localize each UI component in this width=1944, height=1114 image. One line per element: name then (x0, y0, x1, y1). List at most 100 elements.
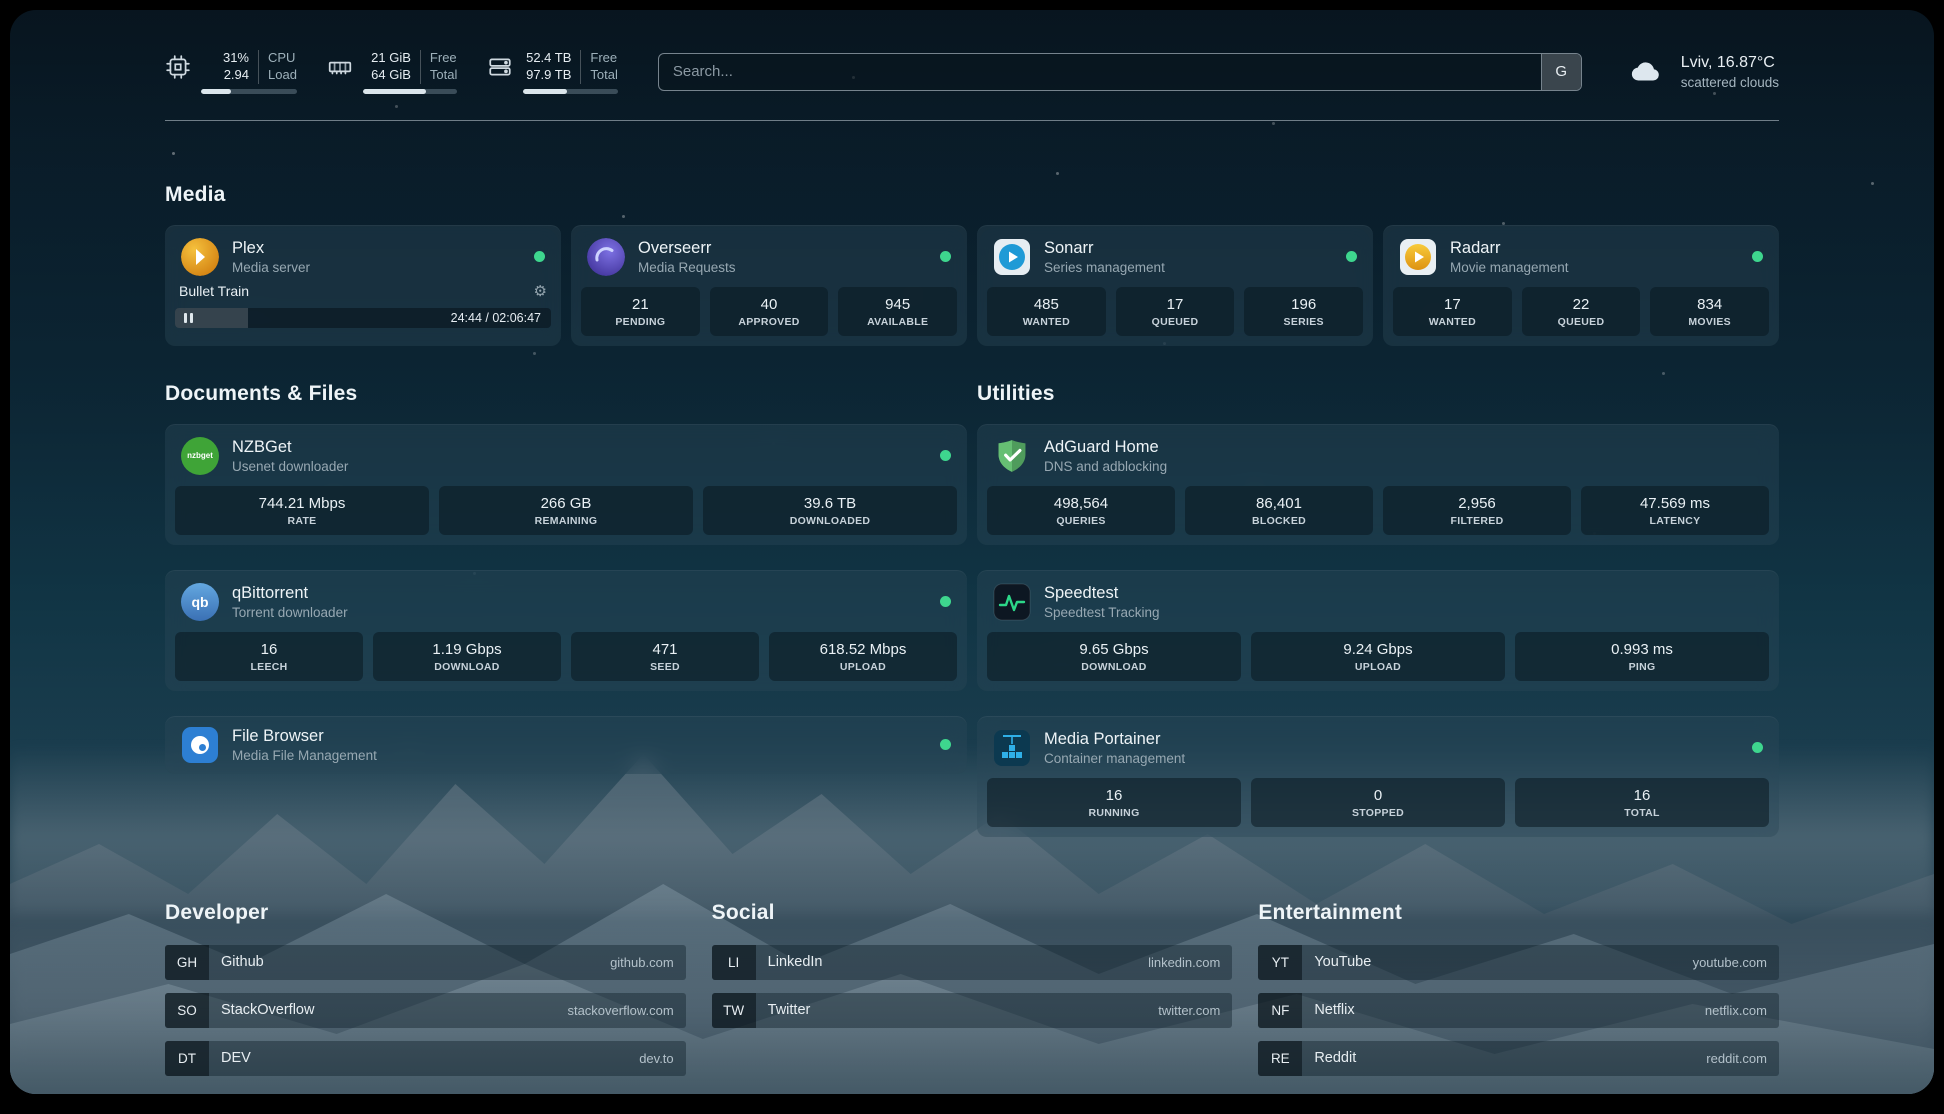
stat-value: 0.993 ms (1517, 641, 1767, 658)
gear-icon[interactable]: ⚙ (534, 282, 547, 300)
stat-row: 21 PENDING 40 APPROVED 945 AVAILABLE (571, 287, 967, 346)
stat-label: UPLOAD (1253, 661, 1503, 673)
bookmark-twitter[interactable]: TW Twitter twitter.com (712, 993, 1233, 1028)
topbar-divider (165, 120, 1779, 121)
disk-free-label: Free (590, 50, 617, 67)
stat-value: 17 (1118, 296, 1233, 313)
service-card-overseerr[interactable]: Overseerr Media Requests 21 PENDING 40 A… (571, 225, 967, 346)
dashboard-content: 31% 2.94 CPU Load (165, 10, 1779, 1089)
bookmark-name: DEV (209, 1041, 251, 1076)
memory-icon (327, 54, 353, 80)
cloud-icon (1624, 55, 1668, 89)
search-provider-button[interactable]: G (1541, 54, 1581, 90)
bookmark-abbr: NF (1258, 993, 1302, 1028)
bookmark-abbr: DT (165, 1041, 209, 1076)
stat-value: 39.6 TB (705, 495, 955, 512)
stat-label: PENDING (583, 316, 698, 328)
status-dot (940, 251, 951, 262)
service-titles: AdGuard Home DNS and adblocking (1044, 437, 1167, 474)
stat-series: 196 SERIES (1244, 287, 1363, 336)
cpu-icon (165, 54, 191, 80)
stat-queued: 17 QUEUED (1116, 287, 1235, 336)
service-subtitle: Media File Management (232, 748, 377, 763)
stat-label: WANTED (989, 316, 1104, 328)
weather-widget: Lviv, 16.87°C scattered clouds (1624, 54, 1779, 90)
bookmark-url: youtube.com (1693, 945, 1779, 980)
stat-rate: 744.21 Mbps RATE (175, 486, 429, 535)
service-card-radarr[interactable]: Radarr Movie management 17 WANTED 22 QUE… (1383, 225, 1779, 346)
bookmark-name: Twitter (756, 993, 811, 1028)
service-titles: Speedtest Speedtest Tracking (1044, 583, 1160, 620)
section-heading-social: Social (712, 901, 1233, 925)
disk-icon (487, 54, 513, 80)
stat-label: DOWNLOAD (989, 661, 1239, 673)
stat-remaining: 266 GB REMAINING (439, 486, 693, 535)
bookmarks-section: Developer GH Github github.com SO StackO… (165, 901, 1779, 1089)
service-subtitle: Container management (1044, 751, 1185, 766)
service-card-qbittorrent[interactable]: qb qBittorrent Torrent downloader 16 (165, 570, 967, 691)
bookmark-netflix[interactable]: NF Netflix netflix.com (1258, 993, 1779, 1028)
sonarr-icon (993, 238, 1031, 276)
service-titles: Plex Media server (232, 238, 310, 275)
plex-playback-time: 24:44 / 02:06:47 (451, 311, 551, 325)
stat-value: 40 (712, 296, 827, 313)
stat-label: LATENCY (1583, 515, 1767, 527)
bookmark-name: Reddit (1302, 1041, 1356, 1076)
cpu-progress-bar (201, 89, 297, 94)
stat-pending: 21 PENDING (581, 287, 700, 336)
stat-filtered: 2,956 FILTERED (1383, 486, 1571, 535)
bookmark-name: YouTube (1302, 945, 1371, 980)
search-bar: G (658, 53, 1582, 91)
service-card-portainer[interactable]: Media Portainer Container management 16 … (977, 716, 1779, 837)
search-input[interactable] (659, 54, 1541, 90)
service-card-plex[interactable]: Plex Media server Bullet Train ⚙ 24:44 /… (165, 225, 561, 346)
service-titles: NZBGet Usenet downloader (232, 437, 348, 474)
bookmark-linkedin[interactable]: LI LinkedIn linkedin.com (712, 945, 1233, 980)
bookmark-stackoverflow[interactable]: SO StackOverflow stackoverflow.com (165, 993, 686, 1028)
stat-value: 744.21 Mbps (177, 495, 427, 512)
bookmark-url: github.com (610, 945, 686, 980)
cpu-usage-value: 31% (223, 50, 249, 67)
service-name: Radarr (1450, 238, 1569, 259)
stat-label: UPLOAD (771, 661, 955, 673)
portainer-icon (993, 729, 1031, 767)
service-name: AdGuard Home (1044, 437, 1167, 458)
bookmark-dev[interactable]: DT DEV dev.to (165, 1041, 686, 1076)
bookmark-abbr: LI (712, 945, 756, 980)
service-card-nzbget[interactable]: nzbget NZBGet Usenet downloader 744.21 M… (165, 424, 967, 545)
bookmark-reddit[interactable]: RE Reddit reddit.com (1258, 1041, 1779, 1076)
divider (420, 50, 421, 84)
section-heading-media: Media (165, 183, 1779, 207)
service-titles: qBittorrent Torrent downloader (232, 583, 348, 620)
stat-value: 0 (1253, 787, 1503, 804)
bookmark-youtube[interactable]: YT YouTube youtube.com (1258, 945, 1779, 980)
service-card-adguard[interactable]: AdGuard Home DNS and adblocking 498,564 … (977, 424, 1779, 545)
weather-text: Lviv, 16.87°C scattered clouds (1681, 54, 1779, 90)
bookmark-abbr: GH (165, 945, 209, 980)
service-card-speedtest[interactable]: Speedtest Speedtest Tracking 9.65 Gbps D… (977, 570, 1779, 691)
memory-free-value: 21 GiB (371, 50, 411, 67)
resource-disk: 52.4 TB 97.9 TB Free Total (487, 50, 617, 94)
nzbget-icon: nzbget (181, 437, 219, 475)
stat-downloaded: 39.6 TB DOWNLOADED (703, 486, 957, 535)
stat-label: SERIES (1246, 316, 1361, 328)
stat-label: QUEUED (1524, 316, 1639, 328)
service-subtitle: DNS and adblocking (1044, 459, 1167, 474)
bookmark-url: netflix.com (1705, 993, 1779, 1028)
section-heading-entertainment: Entertainment (1258, 901, 1779, 925)
stat-value: 47.569 ms (1583, 495, 1767, 512)
stat-row: 9.65 Gbps DOWNLOAD 9.24 Gbps UPLOAD 0.99… (977, 632, 1779, 691)
stat-value: 485 (989, 296, 1104, 313)
stat-value: 471 (573, 641, 757, 658)
bookmark-github[interactable]: GH Github github.com (165, 945, 686, 980)
stat-label: AVAILABLE (840, 316, 955, 328)
service-card-sonarr[interactable]: Sonarr Series management 485 WANTED 17 Q… (977, 225, 1373, 346)
status-dot (940, 596, 951, 607)
stat-value: 17 (1395, 296, 1510, 313)
stat-value: 16 (177, 641, 361, 658)
stat-value: 498,564 (989, 495, 1173, 512)
disk-progress-fill (523, 89, 566, 94)
service-card-filebrowser[interactable]: File Browser Media File Management (165, 716, 967, 774)
stat-movies: 834 MOVIES (1650, 287, 1769, 336)
qbittorrent-icon: qb (181, 583, 219, 621)
